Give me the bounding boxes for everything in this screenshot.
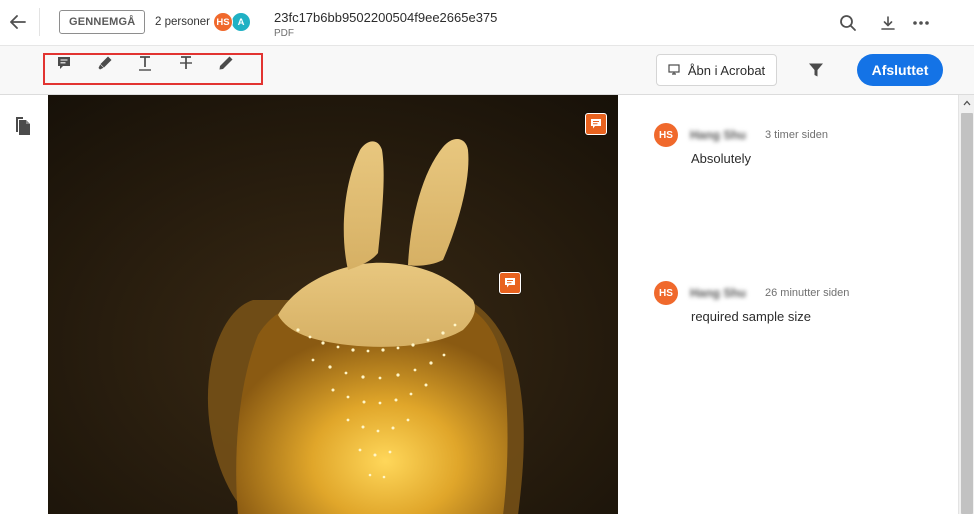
strikethrough-text-icon[interactable] bbox=[175, 52, 197, 74]
pencil-icon[interactable] bbox=[215, 52, 237, 74]
comment-author: Hang Shu bbox=[690, 128, 746, 142]
comment-text: required sample size bbox=[691, 309, 811, 324]
document-image bbox=[48, 95, 618, 514]
search-icon[interactable] bbox=[837, 12, 859, 34]
scroll-up-arrow-icon[interactable] bbox=[959, 95, 974, 111]
done-button[interactable]: Afsluttet bbox=[857, 54, 943, 86]
avatar-a[interactable]: A bbox=[231, 12, 251, 32]
comment-author: Hang Shu bbox=[690, 286, 746, 300]
open-in-acrobat-button[interactable]: Åbn i Acrobat bbox=[656, 54, 777, 86]
participants-count[interactable]: 2 personer bbox=[155, 16, 210, 28]
annotation-toolbar: Åbn i Acrobat Afsluttet bbox=[0, 46, 974, 95]
comment-icon[interactable] bbox=[53, 52, 75, 74]
underline-text-icon[interactable] bbox=[134, 52, 156, 74]
file-name: 23fc17b6bb9502200504f9ee2665e375 bbox=[274, 10, 498, 25]
arrow-left-icon[interactable] bbox=[6, 11, 30, 33]
download-icon[interactable] bbox=[877, 12, 899, 34]
pages-icon[interactable] bbox=[14, 116, 34, 138]
comment-pin-1[interactable] bbox=[585, 113, 607, 135]
avatar: HS bbox=[654, 123, 678, 147]
comment-time: 26 minutter siden bbox=[765, 287, 850, 299]
comment-text: Absolutely bbox=[691, 151, 751, 166]
highlighter-icon[interactable] bbox=[94, 52, 116, 74]
comment-icon bbox=[505, 278, 515, 288]
more-icon[interactable] bbox=[910, 12, 932, 34]
open-in-acrobat-label: Åbn i Acrobat bbox=[687, 62, 766, 78]
filter-icon[interactable] bbox=[805, 59, 827, 81]
comments-panel: HS Hang Shu 3 timer siden Absolutely HS … bbox=[618, 95, 958, 514]
file-type: PDF bbox=[274, 28, 294, 39]
scrollbar[interactable] bbox=[958, 95, 974, 514]
avatar: HS bbox=[654, 281, 678, 305]
scroll-thumb[interactable] bbox=[961, 113, 973, 514]
divider bbox=[39, 8, 40, 36]
comment-icon bbox=[591, 119, 601, 129]
monitor-icon bbox=[668, 63, 680, 78]
top-bar: GENNEMGÅ 2 personer HS A 23fc17b6bb95022… bbox=[0, 0, 974, 46]
comment-time: 3 timer siden bbox=[765, 129, 828, 141]
review-button[interactable]: GENNEMGÅ bbox=[59, 10, 146, 34]
avatar-hs[interactable]: HS bbox=[213, 12, 233, 32]
left-rail bbox=[0, 95, 48, 514]
comment-pin-2[interactable] bbox=[499, 272, 521, 294]
document-viewer[interactable] bbox=[48, 95, 618, 514]
